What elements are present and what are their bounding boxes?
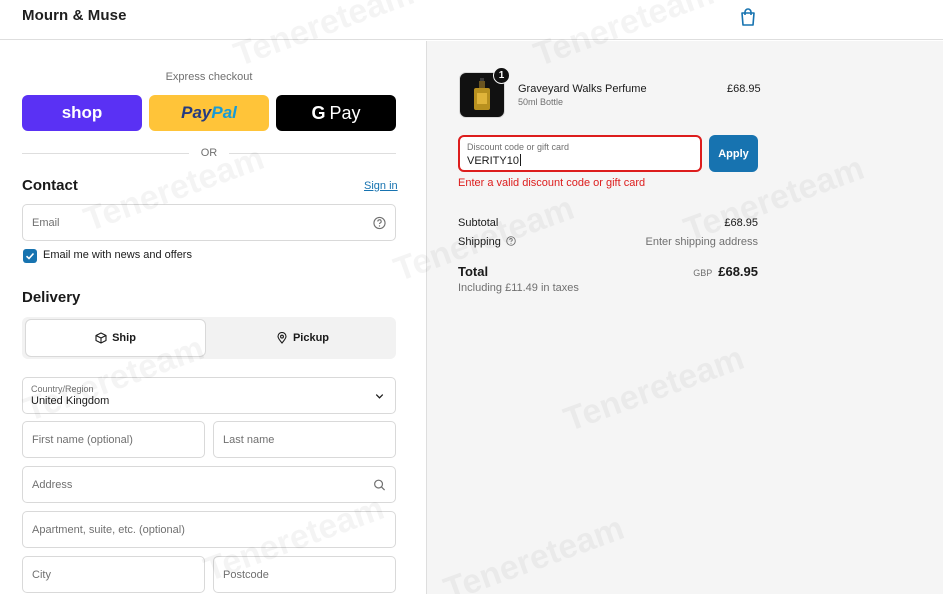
apartment-field[interactable]: Apartment, suite, etc. (optional) bbox=[22, 511, 396, 548]
checkout-form-panel: Express checkout shop Pay Pal G Pay OR Co… bbox=[0, 41, 426, 594]
product-name: Graveyard Walks Perfume bbox=[518, 83, 647, 95]
marketing-checkbox[interactable] bbox=[23, 249, 37, 263]
help-circle-icon[interactable] bbox=[373, 216, 386, 229]
city-field[interactable]: City bbox=[22, 556, 205, 593]
paypal-button[interactable]: Pay Pal bbox=[149, 95, 269, 131]
pickup-option[interactable]: Pickup bbox=[212, 319, 393, 357]
total-label: Total bbox=[458, 264, 489, 279]
express-checkout-label: Express checkout bbox=[165, 71, 253, 83]
chevron-down-icon bbox=[375, 393, 384, 399]
contact-title: Contact bbox=[22, 177, 78, 194]
discount-value: VERITY10 bbox=[467, 155, 519, 167]
address-field[interactable]: Address bbox=[22, 466, 396, 503]
paypal-label-pal: Pal bbox=[211, 103, 237, 122]
ship-option[interactable]: Ship bbox=[25, 319, 206, 357]
product-price: £68.95 bbox=[727, 83, 761, 95]
ship-label: Ship bbox=[112, 332, 136, 344]
last-name-field[interactable]: Last name bbox=[213, 421, 396, 458]
google-g-icon: G bbox=[311, 102, 326, 123]
discount-label: Discount code or gift card bbox=[467, 142, 570, 152]
total-amount: GBP £68.95 bbox=[658, 263, 758, 281]
or-label: OR bbox=[200, 147, 218, 159]
apply-discount-button[interactable]: Apply bbox=[709, 135, 758, 172]
marketing-label: Email me with news and offers bbox=[43, 249, 192, 261]
delivery-method-toggle: Ship Pickup bbox=[22, 317, 396, 359]
product-variant: 50ml Bottle bbox=[518, 97, 564, 107]
shipping-row: Shipping Enter shipping address bbox=[458, 236, 758, 248]
postcode-placeholder: Postcode bbox=[223, 569, 269, 581]
apartment-placeholder: Apartment, suite, etc. (optional) bbox=[32, 524, 185, 536]
checkmark-icon bbox=[25, 252, 35, 260]
address-placeholder: Address bbox=[32, 479, 73, 491]
discount-error-message: Enter a valid discount code or gift card bbox=[458, 177, 646, 189]
pickup-label: Pickup bbox=[292, 332, 330, 344]
divider-line bbox=[229, 152, 396, 154]
google-pay-label: Pay bbox=[329, 102, 361, 123]
subtotal-row: Subtotal £68.95 bbox=[458, 217, 758, 229]
google-pay-button[interactable]: G Pay bbox=[276, 95, 396, 131]
shop-pay-button[interactable]: shop bbox=[22, 95, 142, 131]
shopping-bag-icon[interactable] bbox=[739, 7, 757, 27]
divider-line bbox=[22, 152, 189, 154]
paypal-label-pay: Pay bbox=[181, 103, 212, 122]
total-value: £68.95 bbox=[718, 264, 758, 279]
first-name-field[interactable]: First name (optional) bbox=[22, 421, 205, 458]
sign-in-link[interactable]: Sign in bbox=[364, 180, 398, 192]
shop-pay-label: shop bbox=[61, 103, 103, 122]
postcode-field[interactable]: Postcode bbox=[213, 556, 396, 593]
last-name-placeholder: Last name bbox=[223, 434, 275, 446]
subtotal-value: £68.95 bbox=[724, 217, 758, 229]
discount-value-wrap: VERITY10 bbox=[467, 154, 521, 167]
email-field[interactable]: Email bbox=[22, 204, 396, 241]
search-icon bbox=[374, 479, 386, 491]
order-summary-panel: 1 Graveyard Walks Perfume 50ml Bottle £6… bbox=[426, 41, 943, 594]
first-name-placeholder: First name (optional) bbox=[32, 434, 133, 446]
taxes-note: Including £11.49 in taxes bbox=[458, 282, 579, 294]
shipping-label: Shipping bbox=[458, 236, 501, 248]
email-placeholder: Email bbox=[32, 217, 60, 229]
page-header: Mourn & Muse bbox=[0, 0, 943, 40]
country-value: United Kingdom bbox=[31, 395, 110, 407]
shipping-value: Enter shipping address bbox=[645, 236, 758, 248]
city-placeholder: City bbox=[32, 569, 51, 581]
quantity-badge: 1 bbox=[493, 67, 510, 84]
subtotal-label: Subtotal bbox=[458, 217, 499, 229]
store-brand[interactable]: Mourn & Muse bbox=[22, 7, 127, 24]
country-label: Country/Region bbox=[31, 384, 94, 394]
discount-code-field[interactable]: Discount code or gift card VERITY10 bbox=[458, 135, 702, 172]
total-currency: GBP bbox=[693, 268, 713, 278]
location-pin-icon bbox=[277, 332, 287, 344]
delivery-title: Delivery bbox=[22, 289, 81, 306]
country-select[interactable]: Country/Region United Kingdom bbox=[22, 377, 396, 414]
or-divider: OR bbox=[22, 146, 396, 160]
package-icon bbox=[95, 332, 107, 344]
help-circle-icon[interactable] bbox=[506, 236, 516, 246]
text-cursor bbox=[519, 154, 521, 166]
